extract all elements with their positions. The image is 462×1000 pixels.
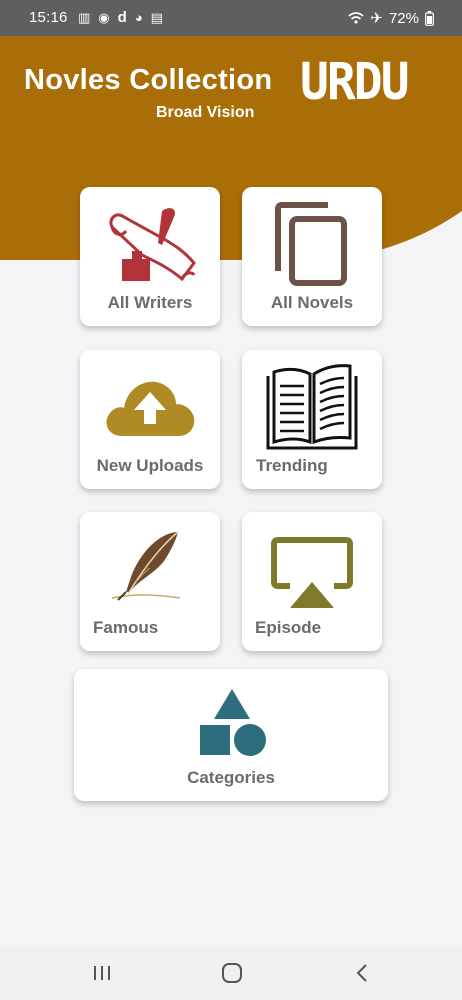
recent-apps-button[interactable]: [82, 958, 122, 988]
status-time: 15:16: [29, 9, 68, 26]
check-icon: ◕: [134, 10, 143, 25]
shapes-icon: [200, 689, 266, 756]
new-uploads-label: New Uploads: [96, 456, 204, 475]
app-subtitle: Broad Vision: [156, 104, 255, 121]
scroll-quill-icon: [109, 208, 196, 282]
all-writers-label: All Writers: [107, 293, 193, 312]
categories-label: Categories: [187, 768, 275, 787]
urdu-logo: URDU: [300, 52, 410, 112]
cloud-upload-icon: [106, 381, 195, 436]
all-novels-label: All Novels: [270, 293, 354, 312]
all-novels-card[interactable]: All Novels: [242, 187, 382, 326]
system-nav-bar: [0, 946, 462, 1000]
new-uploads-card[interactable]: New Uploads: [80, 350, 220, 489]
notification-icons: ▥ ◉ d ◕ ▤: [78, 9, 163, 26]
copy-documents-icon: [275, 202, 347, 286]
d-app-icon: d: [117, 9, 127, 26]
card-icon: ▤: [150, 9, 163, 25]
trending-label: Trending: [256, 456, 328, 475]
battery-icon: [425, 10, 434, 26]
trending-card[interactable]: Trending: [242, 350, 382, 489]
home-icon: [222, 963, 242, 983]
airplane-icon: ✈: [370, 10, 383, 27]
battery-percent: 72%: [388, 9, 419, 27]
famous-card[interactable]: Famous: [80, 512, 220, 651]
episode-label: Episode: [255, 618, 322, 637]
back-button[interactable]: [342, 958, 382, 988]
feather-quill-icon: [111, 531, 181, 601]
status-right: ✈ 72%: [348, 9, 434, 27]
categories-card[interactable]: Categories: [74, 669, 388, 801]
status-bar: 15:16 ▥ ◉ d ◕ ▤ ✈ 72%: [0, 0, 462, 36]
all-writers-card[interactable]: All Writers: [80, 187, 220, 326]
wifi-icon: [348, 12, 364, 24]
app-icon: ◉: [98, 9, 110, 25]
home-button[interactable]: [212, 958, 252, 988]
back-icon: [356, 964, 367, 982]
famous-label: Famous: [93, 618, 159, 637]
mosque-icon: ▥: [78, 9, 91, 25]
open-book-icon: [266, 364, 358, 450]
recent-apps-icon: [94, 966, 110, 980]
app-title: Novles Collection: [24, 64, 273, 96]
airplay-icon: [271, 537, 353, 608]
episode-card[interactable]: Episode: [242, 512, 382, 651]
